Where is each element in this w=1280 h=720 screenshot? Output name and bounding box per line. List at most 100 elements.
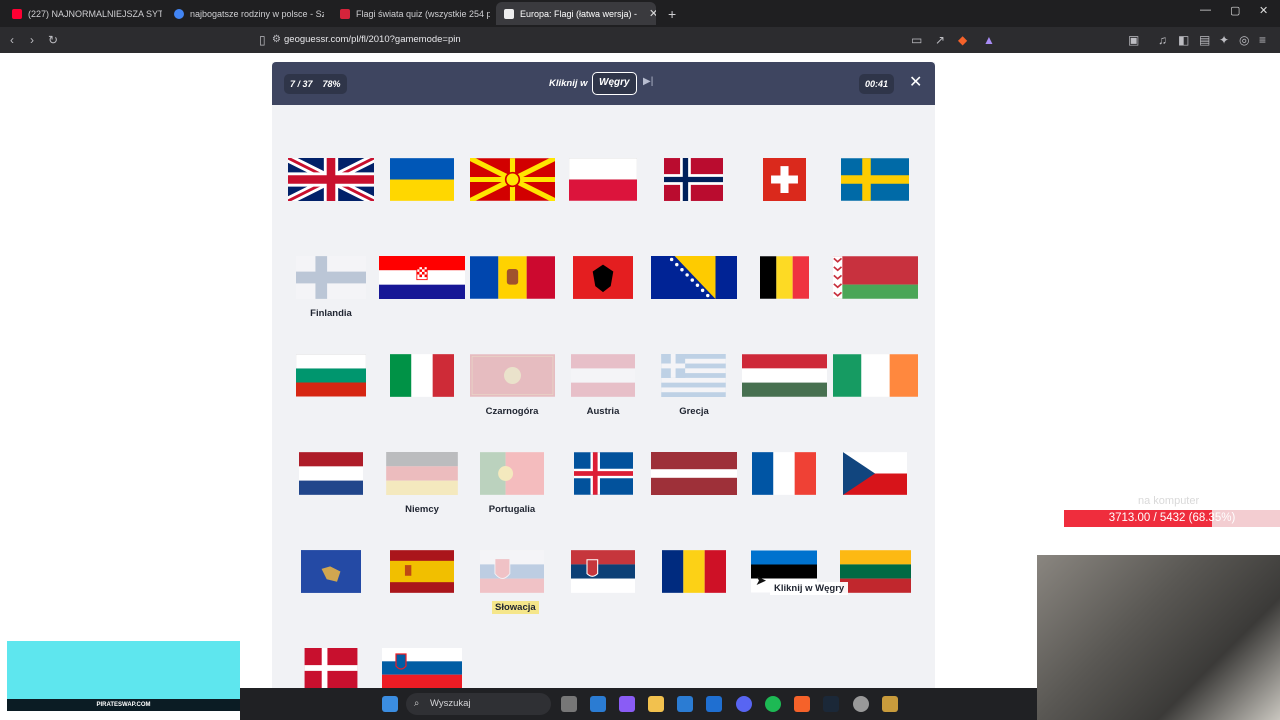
close-tab-icon[interactable]: ✕ bbox=[649, 7, 656, 20]
steam-icon[interactable] bbox=[823, 696, 839, 712]
store-icon[interactable] bbox=[677, 696, 693, 712]
flag-netherlands[interactable] bbox=[299, 452, 363, 495]
windows-start-icon[interactable] bbox=[382, 696, 398, 712]
flag-france[interactable] bbox=[752, 452, 816, 495]
tab-europe-flags[interactable]: Europa: Flagi (łatwa wersja) - ✕ bbox=[496, 2, 656, 25]
flag-montenegro bbox=[470, 354, 555, 397]
league-icon[interactable] bbox=[882, 696, 898, 712]
flag-belarus[interactable] bbox=[833, 256, 918, 299]
tab-label: Europa: Flagi (łatwa wersja) - bbox=[520, 8, 638, 19]
tab-youtube[interactable]: (227) NAJNORMALNIEJSZA SYTUACJ bbox=[4, 2, 162, 25]
flag-ukraine[interactable] bbox=[390, 158, 454, 201]
wallet-icon[interactable]: ▤ bbox=[1199, 32, 1210, 48]
flag-belgium[interactable] bbox=[760, 256, 809, 299]
flag-ireland[interactable] bbox=[833, 354, 918, 397]
sidebar-icon[interactable]: ▣ bbox=[1128, 32, 1139, 48]
reload-icon[interactable]: ↻ bbox=[48, 32, 58, 48]
flag-label-portugal: Portugalia bbox=[488, 504, 536, 515]
outlook-icon[interactable] bbox=[590, 696, 606, 712]
vpn-icon[interactable]: ◎ bbox=[1239, 32, 1249, 48]
bookmark-icon[interactable]: ▯ bbox=[259, 32, 266, 48]
skip-icon[interactable]: ▶| bbox=[643, 76, 653, 87]
flag-sweden[interactable] bbox=[841, 158, 909, 201]
flag-north-macedonia[interactable] bbox=[470, 158, 555, 201]
quiz-header: 7 / 37 78% Kliknij w Węgry ▶| 00:41 ✕ bbox=[272, 62, 935, 105]
flag-switzerland[interactable] bbox=[763, 158, 806, 201]
flag-norway[interactable] bbox=[664, 158, 723, 201]
flag-albania[interactable] bbox=[573, 256, 633, 299]
flag-romania[interactable] bbox=[662, 550, 726, 593]
site-info-icon[interactable]: ⚙ bbox=[272, 32, 281, 48]
flag-kosovo[interactable] bbox=[301, 550, 361, 593]
flag-moldova[interactable] bbox=[470, 256, 555, 299]
timer-pill: 00:41 bbox=[859, 74, 895, 94]
windows-taskbar: ⌕ Wyszukaj bbox=[240, 688, 1037, 720]
task-view-icon[interactable] bbox=[561, 696, 577, 712]
flag-finland bbox=[296, 256, 366, 299]
maximize-icon[interactable]: ▢ bbox=[1230, 4, 1240, 17]
flag-poland[interactable] bbox=[569, 158, 637, 201]
copilot-icon[interactable] bbox=[619, 696, 635, 712]
share-icon[interactable]: ↗ bbox=[935, 32, 945, 48]
flag-label-austria: Austria bbox=[586, 406, 620, 417]
settings-icon[interactable] bbox=[853, 696, 869, 712]
flag-spain[interactable] bbox=[390, 550, 454, 593]
progress-text: 3713.00 / 5432 (68.35%) bbox=[1108, 512, 1236, 524]
minimize-icon[interactable]: — bbox=[1200, 4, 1211, 16]
webcam-feed bbox=[1037, 555, 1280, 720]
flag-label-germany: Niemcy bbox=[405, 504, 439, 515]
flag-czechia[interactable] bbox=[843, 452, 907, 495]
search-icon: ⌕ bbox=[414, 698, 420, 709]
question-counter: 7 / 37 bbox=[290, 79, 313, 89]
timer: 00:41 bbox=[865, 79, 889, 89]
new-tab-button[interactable]: + bbox=[660, 2, 680, 25]
flag-united-kingdom[interactable] bbox=[288, 158, 374, 201]
ai-icon[interactable]: ✦ bbox=[1219, 32, 1229, 48]
widget-banner: PIRATESWAP.COM bbox=[7, 699, 240, 711]
spotify-icon[interactable] bbox=[765, 696, 781, 712]
flag-latvia[interactable] bbox=[651, 452, 737, 495]
menu-icon[interactable]: ≡ bbox=[1259, 32, 1266, 48]
flag-bulgaria[interactable] bbox=[296, 354, 366, 397]
taskbar-search[interactable]: ⌕ Wyszukaj bbox=[406, 693, 551, 715]
flag-greece bbox=[661, 354, 726, 397]
flag-lithuania[interactable] bbox=[840, 550, 911, 593]
flag-italy[interactable] bbox=[390, 354, 454, 397]
close-icon[interactable]: ✕ bbox=[909, 72, 922, 92]
brave-shield-icon[interactable]: ◆ bbox=[958, 32, 967, 48]
tab-flags-quiz[interactable]: Flagi świata quiz (wszystkie 254 pańs bbox=[332, 2, 490, 25]
flag-slovakia bbox=[480, 550, 544, 593]
tab-label: najbogatsze rodziny w polsce - Szuk bbox=[190, 8, 324, 19]
mouse-cursor: ➤ bbox=[755, 572, 767, 588]
flag-label-montenegro: Czarnogóra bbox=[485, 406, 539, 417]
address-bar[interactable]: geoguessr.com/pl/fl/2010?gamemode=pin bbox=[284, 32, 461, 48]
accuracy-percent: 78% bbox=[322, 79, 341, 89]
prompt-label: Kliknij w bbox=[549, 78, 588, 89]
tab-google[interactable]: najbogatsze rodziny w polsce - Szuk bbox=[166, 2, 324, 25]
brave-icon[interactable] bbox=[794, 696, 810, 712]
flag-hungary[interactable] bbox=[742, 354, 827, 397]
forward-icon[interactable]: › bbox=[30, 32, 34, 48]
file-explorer-icon[interactable] bbox=[648, 696, 664, 712]
back-icon[interactable]: ‹ bbox=[10, 32, 14, 48]
flag-label-finland: Finlandia bbox=[310, 308, 352, 319]
click-tooltip: Kliknij w Węgry bbox=[770, 582, 849, 595]
app-icon[interactable] bbox=[706, 696, 722, 712]
flag-croatia[interactable] bbox=[379, 256, 465, 299]
progress-pill: 7 / 37 78% bbox=[284, 74, 347, 94]
rewards-icon[interactable]: ▲ bbox=[983, 32, 995, 48]
flag-bosnia[interactable] bbox=[651, 256, 737, 299]
flag-slovenia[interactable] bbox=[379, 648, 465, 688]
music-icon[interactable]: ♫ bbox=[1158, 32, 1167, 48]
flag-serbia[interactable] bbox=[571, 550, 635, 593]
flag-label-greece: Grecja bbox=[679, 406, 709, 417]
window-close-icon[interactable]: ✕ bbox=[1259, 4, 1268, 17]
panel-icon[interactable]: ◧ bbox=[1178, 32, 1189, 48]
discord-icon[interactable] bbox=[736, 696, 752, 712]
cast-icon[interactable]: ▭ bbox=[911, 32, 922, 48]
browser-toolbar: ‹ › ↻ ▯ ⚙ geoguessr.com/pl/fl/2010?gamem… bbox=[0, 27, 1280, 53]
flag-denmark[interactable] bbox=[303, 648, 359, 688]
geoguessr-icon bbox=[504, 8, 514, 19]
youtube-icon bbox=[12, 8, 22, 19]
flag-iceland[interactable] bbox=[574, 452, 633, 495]
